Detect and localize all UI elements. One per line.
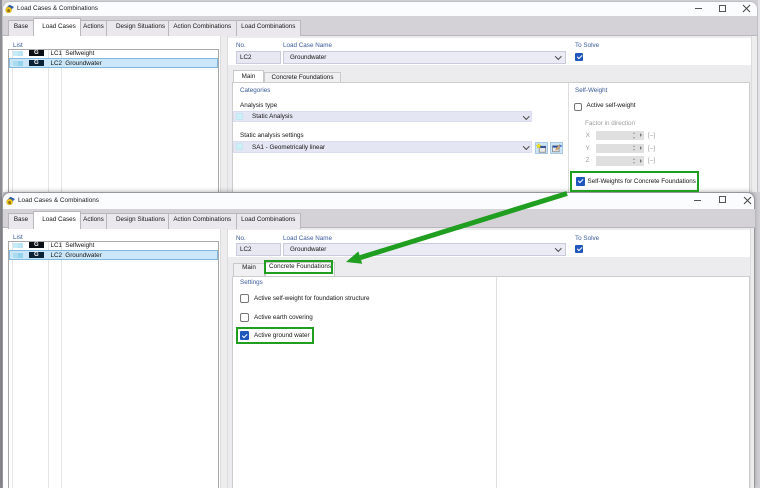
svg-text:6: 6 xyxy=(7,8,10,13)
svg-text:6: 6 xyxy=(8,200,11,205)
